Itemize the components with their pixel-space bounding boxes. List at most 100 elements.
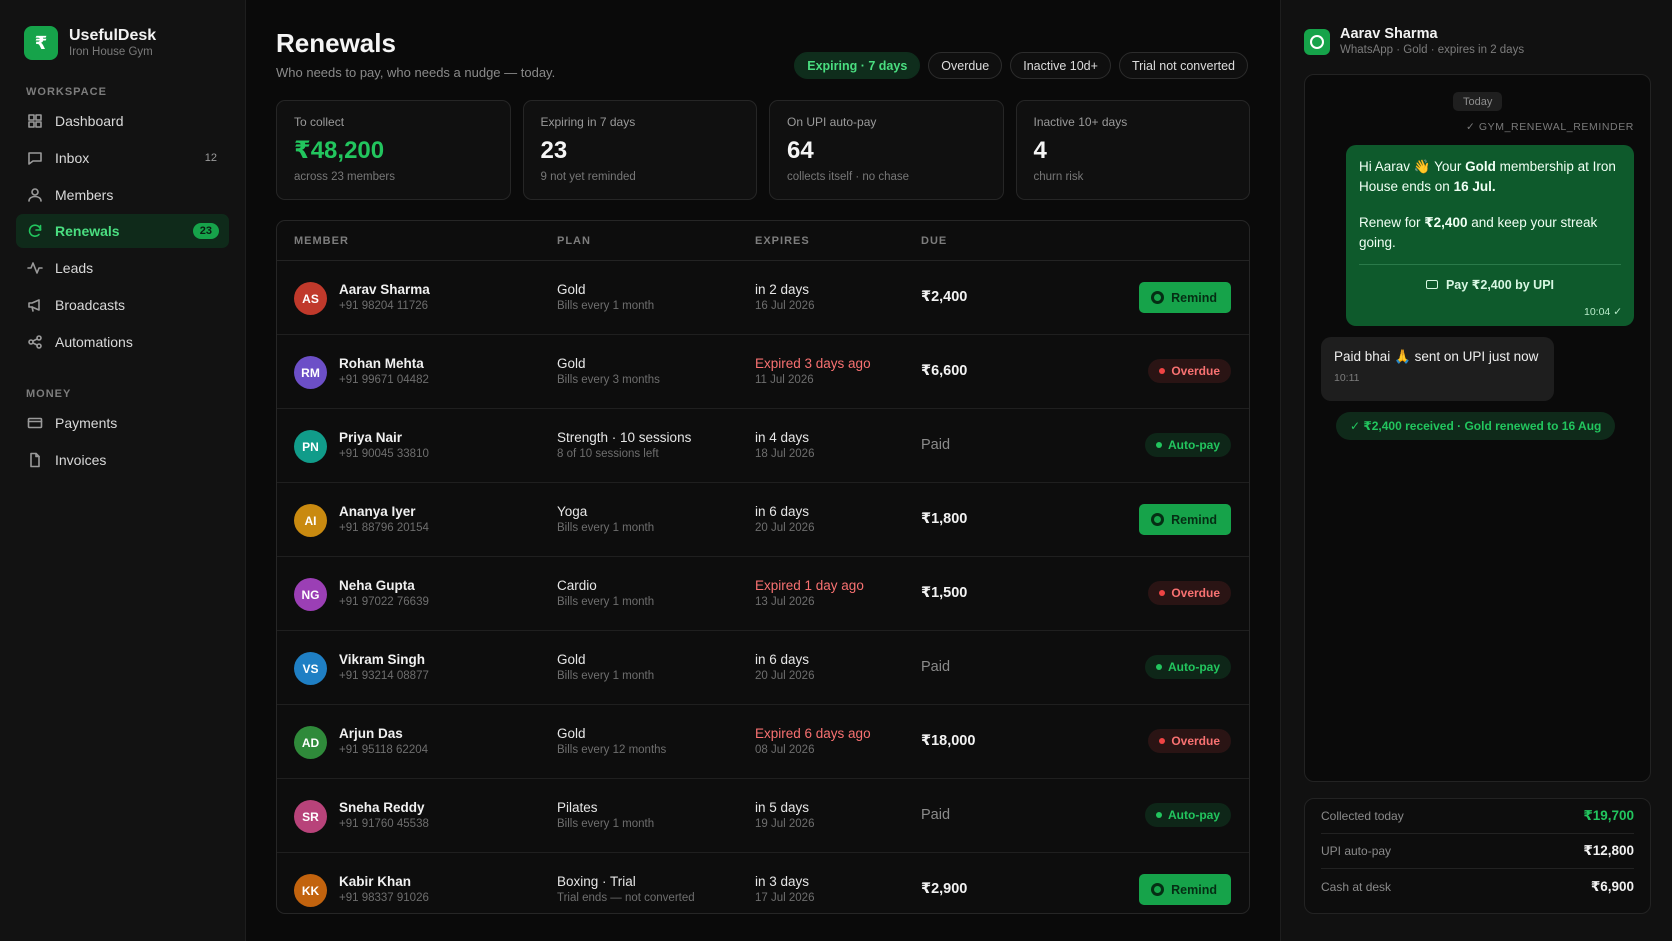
member-name[interactable]: Neha Gupta bbox=[339, 577, 429, 594]
summary-value: ₹19,700 bbox=[1583, 808, 1634, 823]
member-name[interactable]: Aarav Sharma bbox=[339, 281, 430, 298]
expiry-status: in 6 days bbox=[755, 652, 810, 667]
divider bbox=[1359, 264, 1621, 265]
expiry-status: in 5 days bbox=[755, 800, 810, 815]
summary-row: UPI auto-pay ₹12,800 bbox=[1321, 834, 1634, 869]
table-row[interactable]: AS Aarav Sharma +91 98204 11726 Gold Bills e… bbox=[277, 261, 1249, 335]
expiry-date: 13 Jul 2026 bbox=[755, 596, 815, 608]
member-name[interactable]: Kabir Khan bbox=[339, 873, 429, 890]
member-name[interactable]: Rohan Mehta bbox=[339, 355, 429, 372]
brand[interactable]: ₹ UsefulDesk Iron House Gym bbox=[24, 26, 156, 60]
table-row[interactable]: PN Priya Nair +91 90045 33810 Strength · 10… bbox=[277, 409, 1249, 483]
table-row[interactable]: NG Neha Gupta +91 97022 76639 Cardio Bills e… bbox=[277, 557, 1249, 631]
pay-by-upi-button[interactable]: Pay ₹2,400 by UPI bbox=[1359, 277, 1621, 292]
expiry-date: 11 Jul 2026 bbox=[755, 374, 814, 386]
chat-thread[interactable]: Today ✓ GYM_RENEWAL_REMINDER Hi Aarav 👋 … bbox=[1304, 74, 1651, 782]
plan-name: Gold bbox=[557, 356, 586, 371]
column-header-plan: PLAN bbox=[557, 235, 591, 247]
table-row[interactable]: KK Kabir Khan +91 98337 91026 Boxing · Tria… bbox=[277, 853, 1249, 913]
avatar: AD bbox=[294, 726, 327, 759]
check-icon: ✓ bbox=[1465, 121, 1479, 133]
remind-button[interactable]: Remind bbox=[1139, 874, 1231, 905]
file-icon bbox=[27, 452, 43, 468]
member-name[interactable]: Sneha Reddy bbox=[339, 799, 429, 816]
avatar: AS bbox=[294, 282, 327, 315]
stat-label: On UPI auto-pay bbox=[787, 115, 877, 129]
filter-chip[interactable]: Expiring · 7 days bbox=[794, 52, 921, 79]
plan-billing: Bills every 1 month bbox=[557, 670, 655, 682]
message-paragraph-2: Renew for ₹2,400 and keep your streak go… bbox=[1359, 215, 1598, 250]
table-row[interactable]: AD Arjun Das +91 95118 62204 Gold Bills ever… bbox=[277, 705, 1249, 779]
table-row[interactable]: RM Rohan Mehta +91 99671 04482 Gold Bills ev… bbox=[277, 335, 1249, 409]
message-time: 10:04 ✓ bbox=[1584, 306, 1622, 318]
sidebar-item-renewals[interactable]: Renewals 23 bbox=[16, 214, 229, 249]
plan-name: Gold bbox=[557, 726, 586, 741]
stat-card: Expiring in 7 days 23 9 not yet reminded bbox=[522, 100, 757, 200]
sidebar-item-inbox[interactable]: Inbox 12 bbox=[16, 141, 229, 175]
incoming-text: Paid bhai 🙏 sent on UPI just now bbox=[1334, 349, 1539, 364]
stat-value: ₹48,200 bbox=[294, 137, 385, 164]
sidebar-item-members[interactable]: Members bbox=[16, 178, 229, 212]
renewals-table: MEMBER PLAN EXPIRES DUE AS Aarav Sharma +9… bbox=[276, 220, 1250, 914]
autopay-badge: Auto-pay bbox=[1145, 433, 1231, 457]
table-row[interactable]: VS Vikram Singh +91 93214 08877 Gold Bills e… bbox=[277, 631, 1249, 705]
amount-due: Paid bbox=[921, 437, 951, 453]
sidebar-item-dashboard[interactable]: Dashboard bbox=[16, 104, 229, 138]
message-paragraph-1: Hi Aarav 👋 Your Gold membership at Iron … bbox=[1359, 159, 1616, 194]
sidebar-item-leads[interactable]: Leads bbox=[16, 251, 229, 285]
avatar: NG bbox=[294, 578, 327, 611]
grid-icon bbox=[27, 113, 43, 129]
amount-due: Paid bbox=[921, 659, 951, 675]
rupee-logo-icon: ₹ bbox=[24, 26, 58, 60]
stat-note: across 23 members bbox=[294, 171, 395, 183]
member-name[interactable]: Ananya Iyer bbox=[339, 503, 429, 520]
member-name[interactable]: Priya Nair bbox=[339, 429, 429, 446]
column-header-due: DUE bbox=[921, 235, 948, 247]
column-header-expires: EXPIRES bbox=[755, 235, 810, 247]
amount-due: ₹6,600 bbox=[921, 363, 968, 379]
amount-due: ₹18,000 bbox=[921, 733, 976, 749]
sidebar-item-label: Payments bbox=[55, 415, 118, 431]
plan-billing: Bills every 1 month bbox=[557, 818, 655, 830]
sidebar-item-automations[interactable]: Automations bbox=[16, 325, 229, 359]
sidebar-item-label: Invoices bbox=[55, 451, 107, 468]
sidebar-item-payments[interactable]: Payments bbox=[16, 406, 229, 440]
expiry-date: 18 Jul 2026 bbox=[755, 448, 815, 460]
avatar: KK bbox=[294, 874, 327, 907]
member-phone: +91 99671 04482 bbox=[339, 374, 429, 386]
member-name[interactable]: Arjun Das bbox=[339, 725, 428, 742]
filter-chip[interactable]: Trial not converted bbox=[1118, 52, 1248, 79]
plan-name: Gold bbox=[557, 282, 586, 297]
incoming-message: Paid bhai 🙏 sent on UPI just now 10:11 bbox=[1321, 337, 1554, 401]
filter-chip[interactable]: Overdue bbox=[928, 52, 1003, 79]
sidebar-item-broadcasts[interactable]: Broadcasts bbox=[16, 288, 229, 322]
summary-row: Cash at desk ₹6,900 bbox=[1321, 869, 1634, 904]
overdue-badge: Overdue bbox=[1148, 729, 1231, 753]
stat-card: Inactive 10+ days 4 churn risk bbox=[1015, 100, 1250, 200]
collection-summary: Collected today ₹19,700 UPI auto-pay ₹12,80… bbox=[1304, 798, 1651, 914]
member-phone: +91 90045 33810 bbox=[339, 448, 429, 460]
member-name[interactable]: Vikram Singh bbox=[339, 651, 429, 668]
chat-header: Aarav Sharma WhatsApp · Gold · expires i… bbox=[1304, 26, 1524, 58]
section-label-money: MONEY bbox=[26, 388, 72, 400]
expiry-status: in 2 days bbox=[755, 282, 810, 297]
filter-chip[interactable]: Inactive 10d+ bbox=[1010, 52, 1111, 79]
sidebar-item-count: 23 bbox=[192, 223, 219, 240]
stat-card: On UPI auto-pay 64 collects itself · no ch… bbox=[769, 100, 1004, 200]
table-row[interactable]: SR Sneha Reddy +91 91760 45538 Pilates Bills… bbox=[277, 779, 1249, 853]
column-header-member: MEMBER bbox=[294, 235, 349, 247]
plan-name: Yoga bbox=[557, 504, 588, 519]
remind-button[interactable]: Remind bbox=[1139, 504, 1231, 535]
stat-cards: To collect ₹48,200 across 23 members Expiri… bbox=[276, 100, 1250, 200]
autopay-badge: Auto-pay bbox=[1145, 655, 1231, 679]
plan-billing: Bills every 1 month bbox=[557, 596, 655, 608]
remind-label: Remind bbox=[1171, 290, 1217, 305]
expiry-date: 08 Jul 2026 bbox=[755, 744, 815, 756]
table-row[interactable]: AI Ananya Iyer +91 88796 20154 Yoga Bills ev… bbox=[277, 483, 1249, 557]
sidebar-item-invoices[interactable]: Invoices bbox=[16, 443, 229, 477]
template-tag: ✓ GYM_RENEWAL_REMINDER bbox=[1466, 121, 1634, 133]
sidebar-item-count: 12 bbox=[204, 151, 217, 164]
stat-card: To collect ₹48,200 across 23 members bbox=[276, 100, 511, 200]
whatsapp-icon bbox=[1151, 513, 1165, 526]
remind-button[interactable]: Remind bbox=[1139, 282, 1231, 313]
